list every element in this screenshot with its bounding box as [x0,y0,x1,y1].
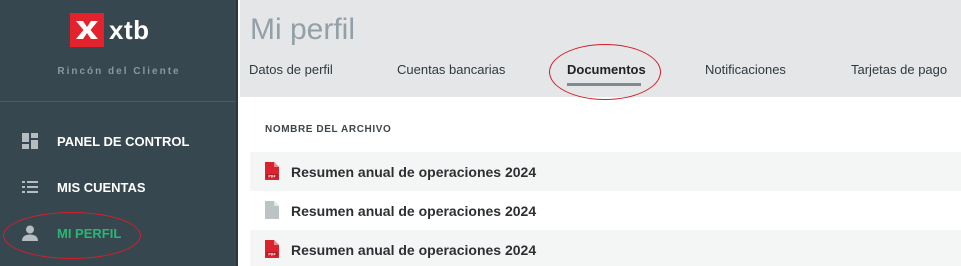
xtb-x-icon [70,13,104,47]
file-icon [265,201,279,219]
documents-panel: NOMBRE DEL ARCHIVO PDF Resumen anual de … [250,97,961,266]
sidebar-item-mis-cuentas[interactable]: MIS CUENTAS [0,167,236,207]
sidebar-item-panel-de-control[interactable]: PANEL DE CONTROL [0,121,236,161]
tab-datos-de-perfil[interactable]: Datos de perfil [249,62,333,77]
active-tab-indicator [567,83,641,86]
sidebar-item-label: MIS CUENTAS [57,179,146,195]
table-row[interactable]: PDF Resumen anual de operaciones 2024 [250,152,961,191]
sidebar-item-mi-perfil[interactable]: MI PERFIL [0,213,236,253]
file-name-link[interactable]: Resumen anual de operaciones 2024 [291,164,536,180]
logo-text: xtb [109,14,150,45]
xtb-logo[interactable]: xtb [70,12,150,48]
pdf-file-icon: PDF [265,240,279,258]
tab-tarjetas-de-pago[interactable]: Tarjetas de pago [851,62,947,77]
list-icon [22,179,38,195]
table-row[interactable]: Resumen anual de operaciones 2024 [250,191,961,230]
tab-cuentas-bancarias[interactable]: Cuentas bancarias [397,62,505,77]
page-title: Mi perfil [250,13,356,46]
sidebar-item-label: MI PERFIL [57,225,122,241]
sidebar-header: xtb Rincón del Cliente [0,0,236,102]
pdf-file-icon: PDF [265,162,279,180]
person-icon [22,225,38,241]
tab-documentos[interactable]: Documentos [567,62,646,77]
file-name-link[interactable]: Resumen anual de operaciones 2024 [291,203,536,219]
dashboard-icon [22,133,38,149]
page-header: Mi perfil Datos de perfil Cuentas bancar… [240,0,961,97]
table-row[interactable]: PDF Resumen anual de operaciones 2024 [250,230,961,266]
svg-text:PDF: PDF [268,252,276,256]
svg-text:PDF: PDF [268,174,276,178]
tab-notificaciones[interactable]: Notificaciones [705,62,786,77]
file-name-link[interactable]: Resumen anual de operaciones 2024 [291,242,536,258]
sidebar-subtitle: Rincón del Cliente [57,66,181,77]
column-header-file-name: NOMBRE DEL ARCHIVO [265,124,392,135]
sidebar-item-label: PANEL DE CONTROL [57,133,190,149]
sidebar: xtb Rincón del Cliente PANEL DE CONTROL … [0,0,238,266]
